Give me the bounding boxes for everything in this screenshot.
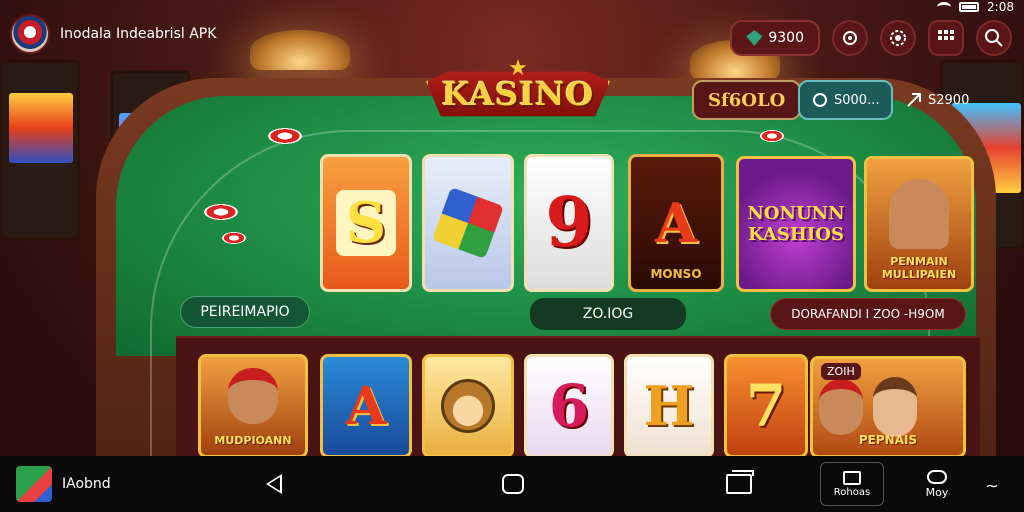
player-portrait xyxy=(228,368,278,424)
center-label-pill[interactable]: ZO.IOG xyxy=(530,298,686,330)
game-tile-seven[interactable]: 7 xyxy=(724,354,808,458)
tile-glyph: S xyxy=(335,190,397,256)
app-header: Inodala Indeabrisl APK xyxy=(10,14,216,54)
game-tile-cube[interactable] xyxy=(422,154,514,292)
tile-caption: PENMAIN MULLIPAIEN xyxy=(881,255,957,281)
balance-button[interactable]: 9300 xyxy=(730,20,820,56)
more-button[interactable]: Moy xyxy=(914,464,960,504)
share-icon xyxy=(843,31,857,45)
right-label-pill[interactable]: DORAFANDI I ZOO -H9OM xyxy=(770,298,966,330)
game-tile-h[interactable]: H xyxy=(624,354,714,458)
coin-value: S000... xyxy=(834,92,880,108)
tile-glyph: H xyxy=(643,374,695,438)
grid-icon xyxy=(938,30,954,40)
tile-glyph: 7 xyxy=(745,372,787,440)
game-tile-monkey[interactable] xyxy=(422,354,514,458)
system-status-bar: 2:08 xyxy=(937,0,1014,14)
chip-icon xyxy=(222,232,246,244)
game-tile-six[interactable]: 6 xyxy=(524,354,614,458)
game-tile-s-slot[interactable]: S xyxy=(320,154,412,292)
signal-icon: ∼ xyxy=(985,475,999,495)
top-actions: 9300 xyxy=(730,20,1012,56)
coin-row: S000... xyxy=(798,80,894,120)
send-row: S2900 xyxy=(896,80,979,120)
chip-icon xyxy=(760,130,784,142)
tile-caption: PEPNAIS xyxy=(858,433,918,447)
settings-icon xyxy=(890,30,906,46)
gem-icon xyxy=(746,30,763,46)
game-tile-ace-blue[interactable]: A xyxy=(320,354,412,458)
tile-glyph: A xyxy=(655,191,697,255)
app-logo-icon[interactable] xyxy=(10,14,50,54)
game-tile-nine[interactable]: 9 xyxy=(524,154,614,292)
slot-machine-left xyxy=(0,60,80,240)
tile-caption: MONSO xyxy=(650,267,702,281)
game-tile-ace-monso[interactable]: A MONSO xyxy=(628,154,724,292)
tile-glyph: 9 xyxy=(545,183,593,263)
clock: 2:08 xyxy=(987,0,1014,14)
chat-icon xyxy=(927,469,947,484)
android-nav-bar: IAobnd Rohoas Moy ∼ xyxy=(0,456,1024,512)
search-icon xyxy=(985,29,1003,47)
tile-glyph: 6 xyxy=(548,372,590,440)
logo-text: KASINO xyxy=(441,75,595,113)
notice-button[interactable]: Rohoas xyxy=(820,462,884,506)
send-pill[interactable]: S2900 xyxy=(896,80,979,120)
nav-app-label: IAobnd xyxy=(62,476,111,492)
app-shortcut-icon xyxy=(16,466,52,502)
tile-glyph: NONUNN KASHIOS xyxy=(747,203,845,245)
send-value: S2900 xyxy=(928,92,970,108)
coin-pill[interactable]: S000... xyxy=(798,80,894,120)
player-portrait xyxy=(873,377,917,437)
app-name: Inodala Indeabrisl APK xyxy=(60,26,217,42)
inbox-icon xyxy=(843,470,861,485)
chip-icon xyxy=(204,204,238,220)
kasino-logo: ★ KASINO xyxy=(426,56,610,132)
monkey-icon xyxy=(441,379,495,433)
game-tile-penmain[interactable]: PENMAIN MULLIPAIEN xyxy=(864,156,974,292)
ceiling-lamp-left xyxy=(250,30,350,70)
send-icon xyxy=(907,93,921,107)
chip-icon xyxy=(268,128,302,144)
balance-value: 9300 xyxy=(768,30,804,46)
game-tile-mudpioann[interactable]: MUDPIOANN xyxy=(198,354,308,458)
tile-badge: ZOIH xyxy=(821,363,861,380)
recents-button[interactable] xyxy=(726,470,754,494)
grid-menu-button[interactable] xyxy=(928,20,964,56)
tile-caption: MUDPIOANN xyxy=(214,434,292,447)
score-pill[interactable]: Sf6OLO xyxy=(692,80,802,120)
home-button[interactable] xyxy=(502,474,524,494)
search-button[interactable] xyxy=(976,20,1012,56)
back-button[interactable] xyxy=(266,474,282,494)
battery-icon xyxy=(959,2,980,12)
settings-button[interactable] xyxy=(880,20,916,56)
player-portrait xyxy=(889,179,949,249)
player-portrait xyxy=(819,379,863,435)
left-label-pill[interactable]: PEIREIMAPIO xyxy=(180,296,310,328)
share-button[interactable] xyxy=(832,20,868,56)
coin-icon xyxy=(813,93,827,107)
more-label: Moy xyxy=(925,485,949,499)
game-tile-pepnais[interactable]: ZOIH PEPNAIS xyxy=(810,356,966,458)
signal-button[interactable]: ∼ xyxy=(972,468,1012,502)
wifi-icon xyxy=(937,2,952,12)
tile-glyph: A xyxy=(345,375,387,437)
cube-icon xyxy=(432,187,504,259)
notice-label: Rohoas xyxy=(833,486,871,498)
table-stats: Sf6OLO xyxy=(692,80,802,120)
game-tile-nonunn-kashios[interactable]: NONUNN KASHIOS xyxy=(736,156,856,292)
nav-app-shortcut[interactable]: IAobnd xyxy=(16,466,111,502)
